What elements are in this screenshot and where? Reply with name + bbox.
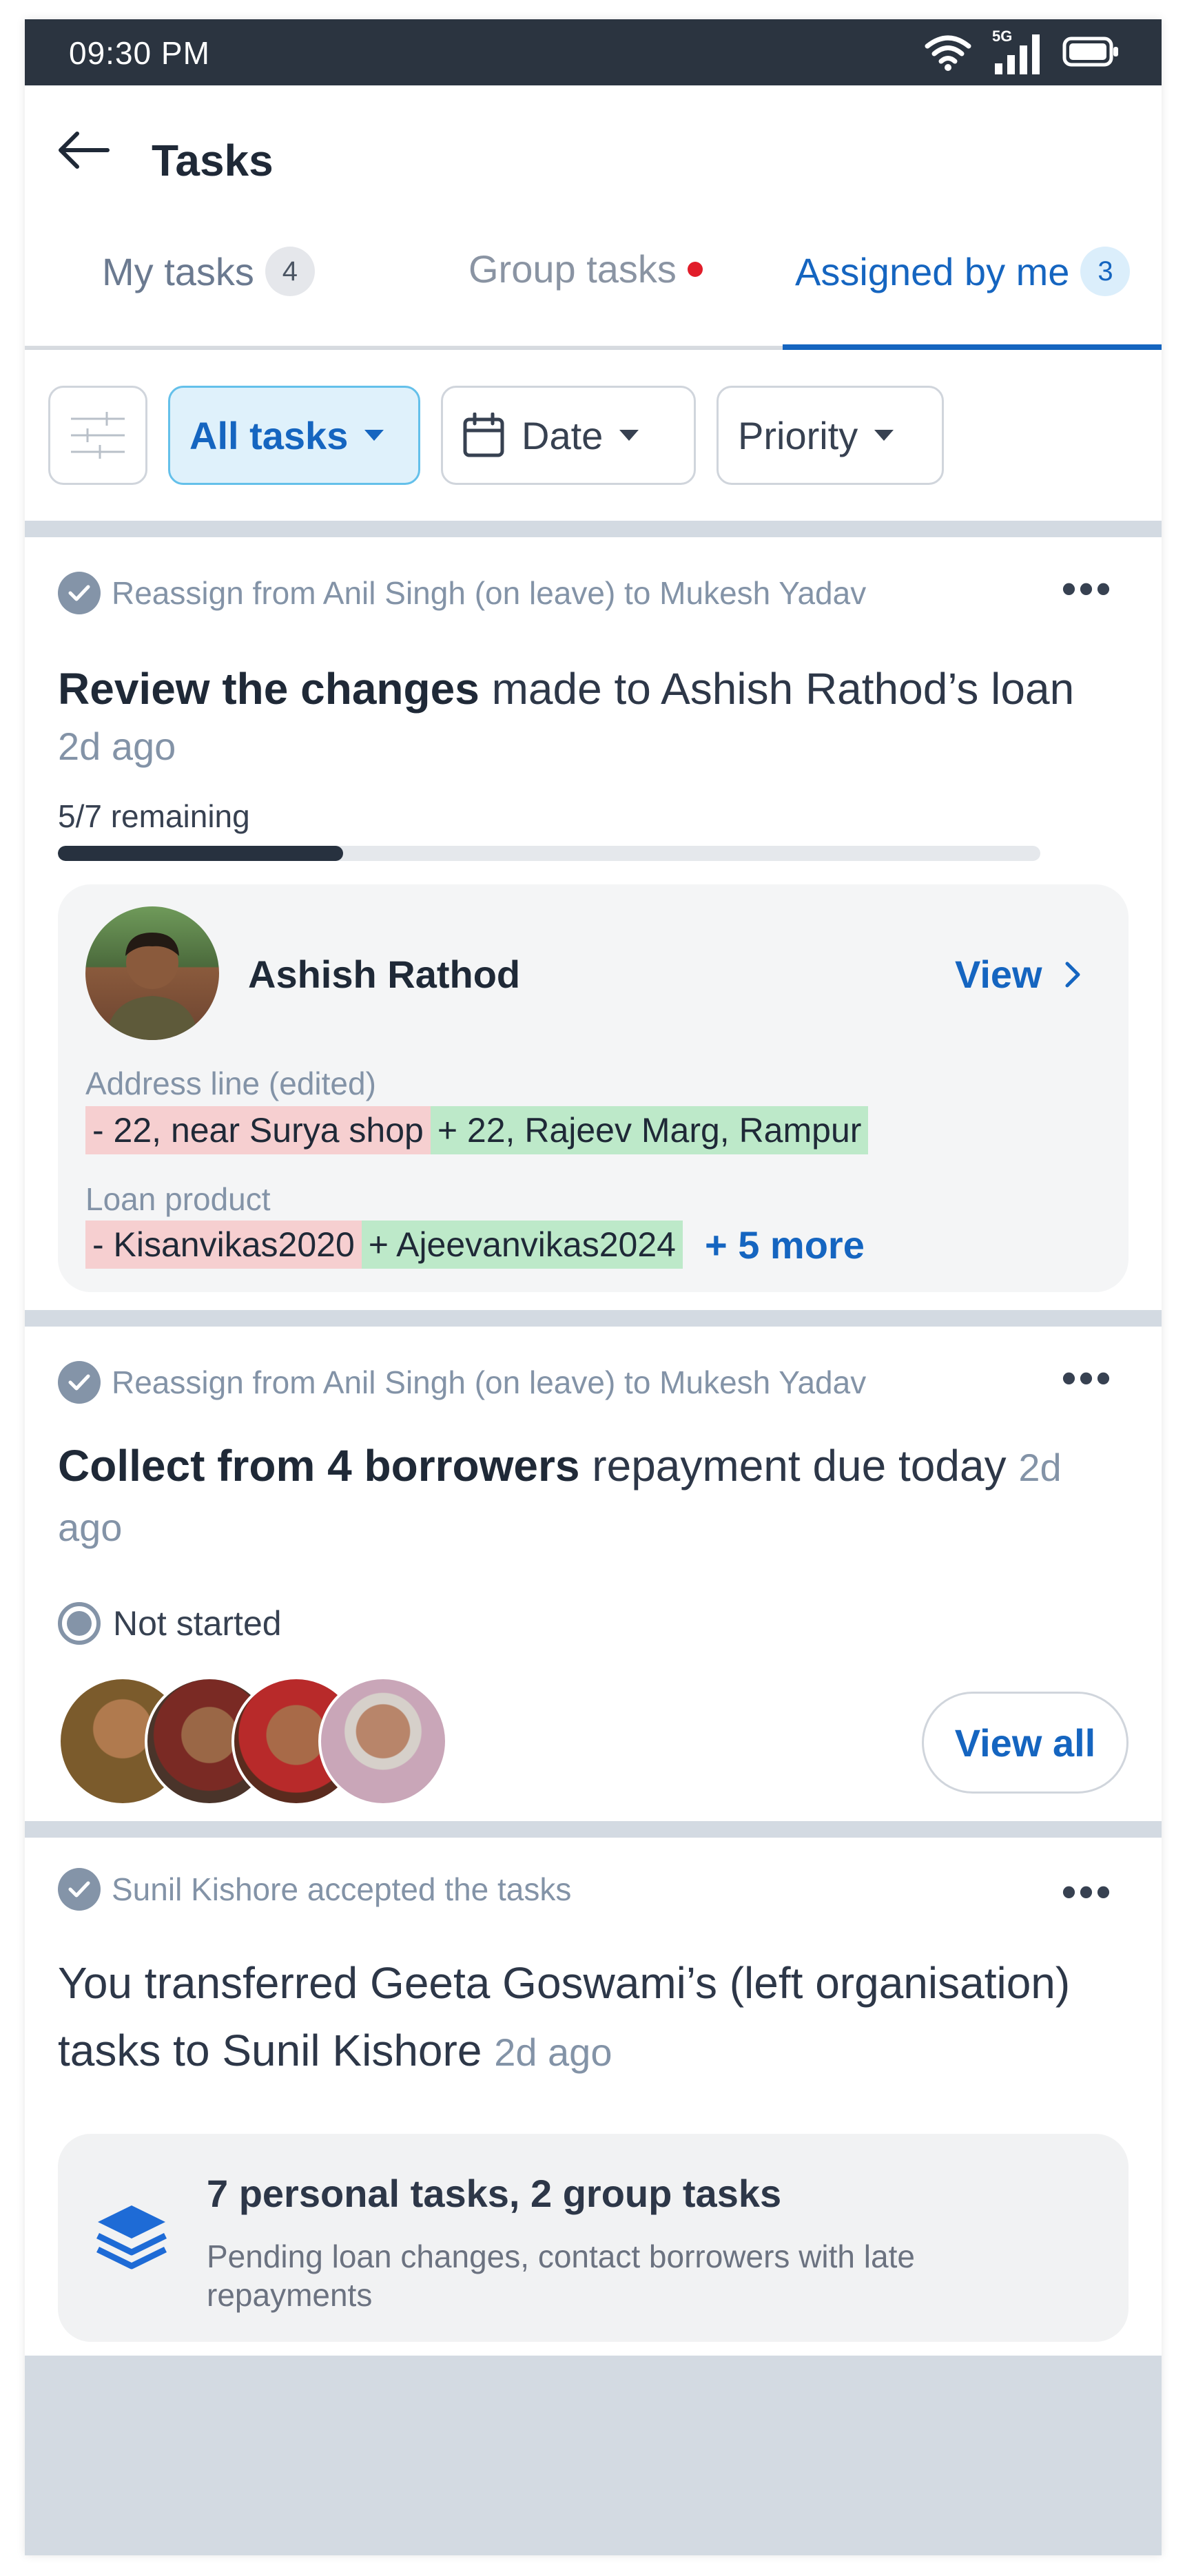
- removed-value: - Kisanvikas2020: [85, 1221, 362, 1269]
- task-title: Review the changes made to Ashish Rathod…: [58, 660, 1074, 718]
- section-separator: [25, 1310, 1162, 1327]
- signal-icon: 5G: [992, 28, 1043, 76]
- progress-bar: [58, 846, 1040, 861]
- task-status: Not started: [58, 1602, 282, 1645]
- meta-text: Reassign from Anil Singh (on leave) to M…: [112, 575, 867, 611]
- battery-icon: [1062, 37, 1118, 67]
- task-meta: Reassign from Anil Singh (on leave) to M…: [58, 1361, 866, 1404]
- progress-fill: [58, 846, 343, 861]
- progress-label: 5/7 remaining: [58, 798, 250, 834]
- all-tasks-dropdown[interactable]: All tasks: [168, 386, 420, 485]
- meta-text: Sunil Kishore accepted the tasks: [112, 1871, 572, 1907]
- title-rest: made to Ashish Rathod’s loan: [479, 664, 1075, 714]
- filter-label: Date: [522, 413, 604, 457]
- added-value: + Ajeevanvikas2024: [361, 1221, 683, 1269]
- check-circle-icon: [58, 572, 101, 614]
- tab-label: Assigned by me: [795, 249, 1070, 293]
- status-icons: 5G: [923, 28, 1120, 76]
- tab-count-badge: 3: [1080, 247, 1131, 296]
- more-options-icon[interactable]: •••: [1062, 1868, 1113, 1915]
- phone-screen: 09:30 PM 5G Tasks My tasks 4 Group tasks…: [25, 19, 1162, 2555]
- filter-label: All tasks: [189, 413, 349, 457]
- status-time: 09:30 PM: [69, 35, 210, 71]
- avatar: [85, 906, 219, 1040]
- task-title: You transferred Geeta Goswami’s (left or…: [58, 1949, 1140, 2086]
- section-separator: [25, 521, 1162, 537]
- notification-dot: [687, 261, 703, 277]
- caret-down-icon: [619, 430, 639, 441]
- task-title: Collect from 4 borrowers repayment due t…: [58, 1437, 1133, 1557]
- more-changes-link[interactable]: + 5 more: [705, 1223, 865, 1267]
- priority-dropdown[interactable]: Priority: [717, 386, 944, 485]
- summary-description: Pending loan changes, contact borrowers …: [207, 2239, 915, 2313]
- page-title: Tasks: [152, 136, 274, 185]
- tab-label: Group tasks: [468, 247, 677, 291]
- task-card[interactable]: Sunil Kishore accepted the tasks ••• You…: [25, 1838, 1162, 2356]
- active-tab-indicator: [783, 344, 1162, 350]
- borrower-avatars: [58, 1676, 485, 1807]
- caret-down-icon: [364, 430, 384, 441]
- sliders-icon: [71, 412, 125, 459]
- field-diff: - Kisanvikas2020 + Ajeevanvikas2024 + 5 mo…: [85, 1221, 865, 1269]
- wifi-icon: [925, 35, 971, 71]
- section-separator: [25, 1821, 1162, 1838]
- task-meta: Reassign from Anil Singh (on leave) to M…: [58, 572, 866, 614]
- summary-title: 7 personal tasks, 2 group tasks: [207, 2172, 782, 2215]
- chevron-right-icon: [1065, 962, 1080, 987]
- title-bold: Review the changes: [58, 664, 480, 714]
- title-rest: repayment due today: [579, 1441, 1019, 1490]
- tab-group-tasks[interactable]: Group tasks: [468, 247, 703, 291]
- tab-my-tasks[interactable]: My tasks 4: [102, 247, 315, 296]
- more-options-icon[interactable]: •••: [1062, 1354, 1113, 1402]
- transfer-summary-panel: 7 personal tasks, 2 group tasks Pending …: [58, 2134, 1129, 2342]
- borrower-changes-panel: Ashish Rathod View Address line (edited)…: [58, 884, 1129, 1292]
- field-label: Loan product: [85, 1181, 271, 1217]
- view-link[interactable]: View: [955, 952, 1082, 997]
- avatar: [318, 1676, 448, 1806]
- tab-assigned-by-me[interactable]: Assigned by me 3: [795, 247, 1131, 296]
- view-label: View: [955, 953, 1042, 996]
- task-meta: Sunil Kishore accepted the tasks: [58, 1868, 571, 1911]
- caret-down-icon: [874, 430, 894, 441]
- field-label: Address line (edited): [85, 1066, 376, 1101]
- field-diff: - 22, near Surya shop + 22, Rajeev Marg, …: [85, 1106, 869, 1154]
- task-card[interactable]: Reassign from Anil Singh (on leave) to M…: [25, 1327, 1162, 1821]
- task-time: 2d ago: [494, 2030, 612, 2074]
- filter-bar: All tasks Date Priority: [25, 350, 1162, 521]
- task-time: 2d ago: [58, 725, 176, 768]
- status-circle-icon: [58, 1602, 101, 1645]
- added-value: + 22, Rajeev Marg, Rampur: [430, 1106, 869, 1154]
- title-bold: Collect from 4 borrowers: [58, 1441, 580, 1490]
- tab-label: My tasks: [102, 249, 254, 293]
- task-card[interactable]: Reassign from Anil Singh (on leave) to M…: [25, 537, 1162, 1310]
- meta-text: Reassign from Anil Singh (on leave) to M…: [112, 1364, 867, 1400]
- layers-icon: [96, 2205, 167, 2269]
- filter-label: Priority: [738, 413, 858, 457]
- check-circle-icon: [58, 1361, 101, 1404]
- empty-area: [25, 2356, 1162, 2555]
- view-all-button[interactable]: View all: [922, 1692, 1129, 1794]
- filter-settings-button[interactable]: [48, 386, 147, 485]
- back-arrow-icon[interactable]: [52, 129, 114, 171]
- date-dropdown[interactable]: Date: [441, 386, 696, 485]
- tab-bar: My tasks 4 Group tasks Assigned by me 3: [25, 191, 1162, 353]
- status-bar: 09:30 PM 5G: [25, 19, 1162, 85]
- check-circle-icon: [58, 1868, 101, 1911]
- calendar-icon: [463, 413, 504, 457]
- status-label: Not started: [113, 1604, 282, 1643]
- tab-count-badge: 4: [265, 247, 315, 296]
- borrower-name: Ashish Rathod: [248, 953, 521, 996]
- more-options-icon[interactable]: •••: [1062, 565, 1113, 612]
- removed-value: - 22, near Surya shop: [85, 1106, 431, 1154]
